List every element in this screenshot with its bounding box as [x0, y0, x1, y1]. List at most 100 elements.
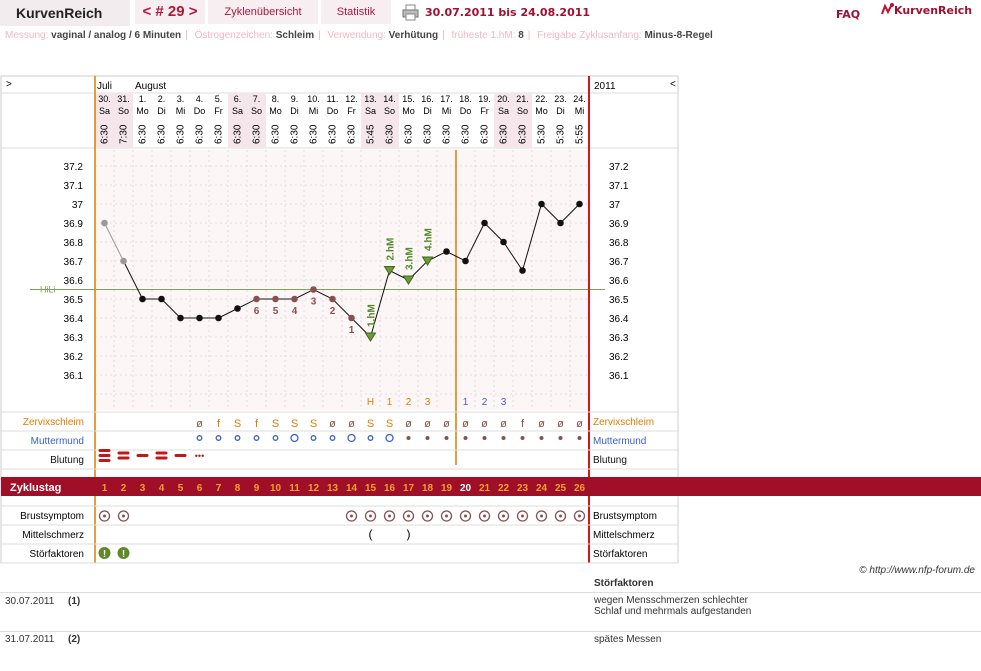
cover-line-label: HiLi: [40, 285, 56, 295]
time-label: 6:30: [157, 124, 168, 144]
cycle-day-number: 21: [479, 483, 491, 494]
date-label: 13.: [364, 94, 377, 104]
note-ref: (2): [68, 634, 81, 645]
weekday-label: Mo: [136, 106, 149, 116]
y-tick-label: 36.1: [609, 371, 629, 382]
date-label: 9.: [291, 94, 299, 104]
row-label-left: Muttermund: [31, 436, 84, 447]
cycle-day-label: Zyklustag: [10, 482, 61, 494]
bleeding-marker: [98, 449, 111, 452]
y-tick-label: 36.9: [609, 219, 629, 230]
mucus-symbol: ø: [405, 418, 412, 430]
row-label-right: Störfaktoren: [593, 549, 647, 560]
time-label: 6:30: [328, 124, 339, 144]
cycle-day-number: 14: [346, 483, 358, 494]
cervix-symbol: [577, 436, 582, 440]
low-count-label: 2: [330, 306, 336, 317]
low-count-label: 5: [273, 306, 279, 317]
bleeding-marker: [155, 451, 168, 455]
date-label: 21.: [516, 94, 529, 104]
cervix-symbol: [367, 435, 374, 441]
time-label: 6:30: [176, 124, 187, 144]
month-label: August: [135, 81, 166, 92]
row-label-left: Störfaktoren: [30, 549, 84, 560]
temperature-point: [253, 295, 260, 303]
date-label: 12.: [345, 94, 358, 104]
mucus-symbol: ø: [462, 418, 469, 430]
peak-day-label: 3: [425, 397, 431, 408]
date-label: 22.: [535, 94, 548, 104]
y-tick-label: 36.3: [609, 333, 629, 344]
temperature-point: [462, 257, 469, 265]
copyright-text: © http://www.nfp-forum.de: [859, 565, 975, 576]
note-date: 31.07.2011: [5, 634, 55, 645]
cervix-symbol: [482, 436, 487, 440]
weekday-label: Mi: [575, 106, 585, 116]
cycle-day-number: 8: [235, 483, 241, 494]
bleeding-marker: [98, 459, 111, 462]
date-label: 19.: [478, 94, 491, 104]
cycle-day-number: 16: [384, 483, 396, 494]
bleeding-marker: [117, 456, 130, 460]
midpain-symbol: ): [407, 527, 411, 541]
time-label: 6:30: [385, 124, 396, 144]
cervix-symbol: [234, 435, 241, 441]
time-label: 6:30: [290, 124, 301, 144]
time-label: 6:30: [271, 124, 282, 144]
date-label: 17.: [440, 94, 453, 104]
date-label: 24.: [573, 94, 586, 104]
weekday-label: Di: [423, 106, 432, 116]
bleeding-marker: [174, 454, 187, 457]
cervix-symbol: [444, 436, 449, 440]
cervix-symbol: [253, 435, 260, 441]
cervix-symbol: [347, 433, 356, 443]
nav-right-arrow: <: [670, 79, 676, 90]
midpain-symbol: (: [369, 527, 373, 541]
cycle-day-number: 3: [140, 483, 146, 494]
notes-header: Störfaktoren: [594, 578, 654, 589]
cycle-chart: > <2011Juli August30.Sa6:3031.So7:301.Mo6:…: [0, 75, 981, 564]
cycle-day-number: 20: [460, 483, 472, 494]
cycle-day-number: 15: [365, 483, 377, 494]
temperature-point: [576, 200, 583, 208]
cervix-symbol: [290, 433, 299, 443]
row-label-right: Brustsymptom: [593, 511, 657, 522]
date-label: 14.: [383, 94, 396, 104]
disturbance-icon-mark: !: [122, 549, 125, 560]
cervix-symbol: [425, 436, 430, 440]
disturbance-icon-mark: !: [103, 549, 106, 560]
post-peak-label: 1: [463, 397, 469, 408]
high-measurement-label: 1.hM: [367, 304, 378, 327]
breast-symptom-symbol: [426, 514, 429, 518]
temperature-point: [500, 238, 507, 246]
weekday-label: Mi: [309, 106, 319, 116]
cervix-symbol: [215, 435, 222, 441]
weekday-label: So: [251, 106, 262, 116]
high-measurement-label: 4.hM: [424, 228, 435, 251]
breast-symptom-symbol: [464, 514, 467, 518]
weekday-label: So: [118, 106, 129, 116]
y-tick-label: 37.1: [609, 181, 629, 192]
bleeding-marker: [136, 454, 149, 457]
date-label: 7.: [253, 94, 261, 104]
time-label: 6:30: [423, 124, 434, 144]
date-label: 15.: [402, 94, 415, 104]
cycle-day-number: 19: [441, 483, 453, 494]
y-tick-label: 36.6: [64, 276, 84, 287]
date-label: 23.: [554, 94, 567, 104]
y-tick-label: 37.2: [64, 162, 84, 173]
breast-symptom-symbol: [369, 514, 372, 518]
breast-symptom-symbol: [521, 514, 524, 518]
cycle-day-number: 22: [498, 483, 510, 494]
cervix-symbol: [463, 436, 468, 440]
time-label: 6:30: [100, 124, 111, 144]
cervix-symbol: [501, 436, 506, 440]
cervix-symbol: [558, 436, 563, 440]
date-label: 18.: [459, 94, 472, 104]
time-label: 6:30: [404, 124, 415, 144]
spotting-marker: •••: [195, 451, 204, 461]
row-label-left: Blutung: [50, 455, 84, 466]
bleeding-marker: [98, 454, 111, 457]
mucus-symbol: ø: [443, 418, 450, 430]
month-label: Juli: [97, 81, 112, 92]
